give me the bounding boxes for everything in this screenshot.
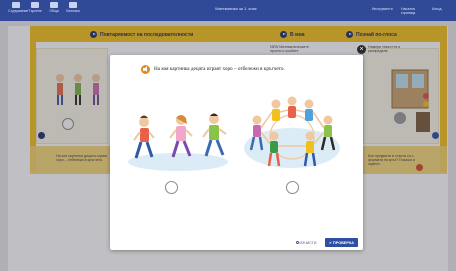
speaker-icon[interactable]: [141, 64, 150, 74]
toolbar-search-button[interactable]: Търсене: [27, 2, 43, 13]
option-radio-walking[interactable]: [165, 181, 178, 194]
toolbar-exit-button[interactable]: Изход: [432, 7, 441, 11]
app-toolbar: Съдържание Търсене Обща Бележки Математи…: [0, 0, 456, 21]
picture-circle-dance-children[interactable]: [242, 92, 342, 174]
question-row: На коя картинка децата играят хоро – отб…: [141, 63, 285, 75]
toolbar-contents-button[interactable]: Съдържание: [8, 2, 28, 13]
menu-icon: [12, 2, 20, 8]
close-icon[interactable]: ×: [357, 45, 366, 54]
check-icon: ✔: [328, 240, 332, 245]
app-title: Математика за 1. клас: [215, 6, 257, 11]
picture-walking-children[interactable]: [126, 110, 231, 172]
exercise-dialog: На коя картинка децата играят хоро – отб…: [110, 55, 363, 250]
book-icon: [50, 2, 58, 8]
check-button[interactable]: ✔ ПРОВЕРКА: [325, 238, 358, 247]
option-radio-circle-dance[interactable]: [286, 181, 299, 194]
reset-button[interactable]: ИЗЧИСТИ: [292, 239, 320, 246]
toolbar-book-button[interactable]: Обща: [46, 2, 62, 13]
search-icon: [31, 2, 39, 8]
toolbar-tools-button[interactable]: Инструменти: [372, 7, 393, 11]
question-text: На коя картинка децата играят хоро – отб…: [154, 66, 285, 72]
note-icon: [69, 2, 77, 8]
toolbar-notes-button[interactable]: Бележки: [65, 2, 81, 13]
eraser-icon: [295, 241, 299, 244]
toolbar-home-button[interactable]: Начална страница: [398, 7, 418, 15]
